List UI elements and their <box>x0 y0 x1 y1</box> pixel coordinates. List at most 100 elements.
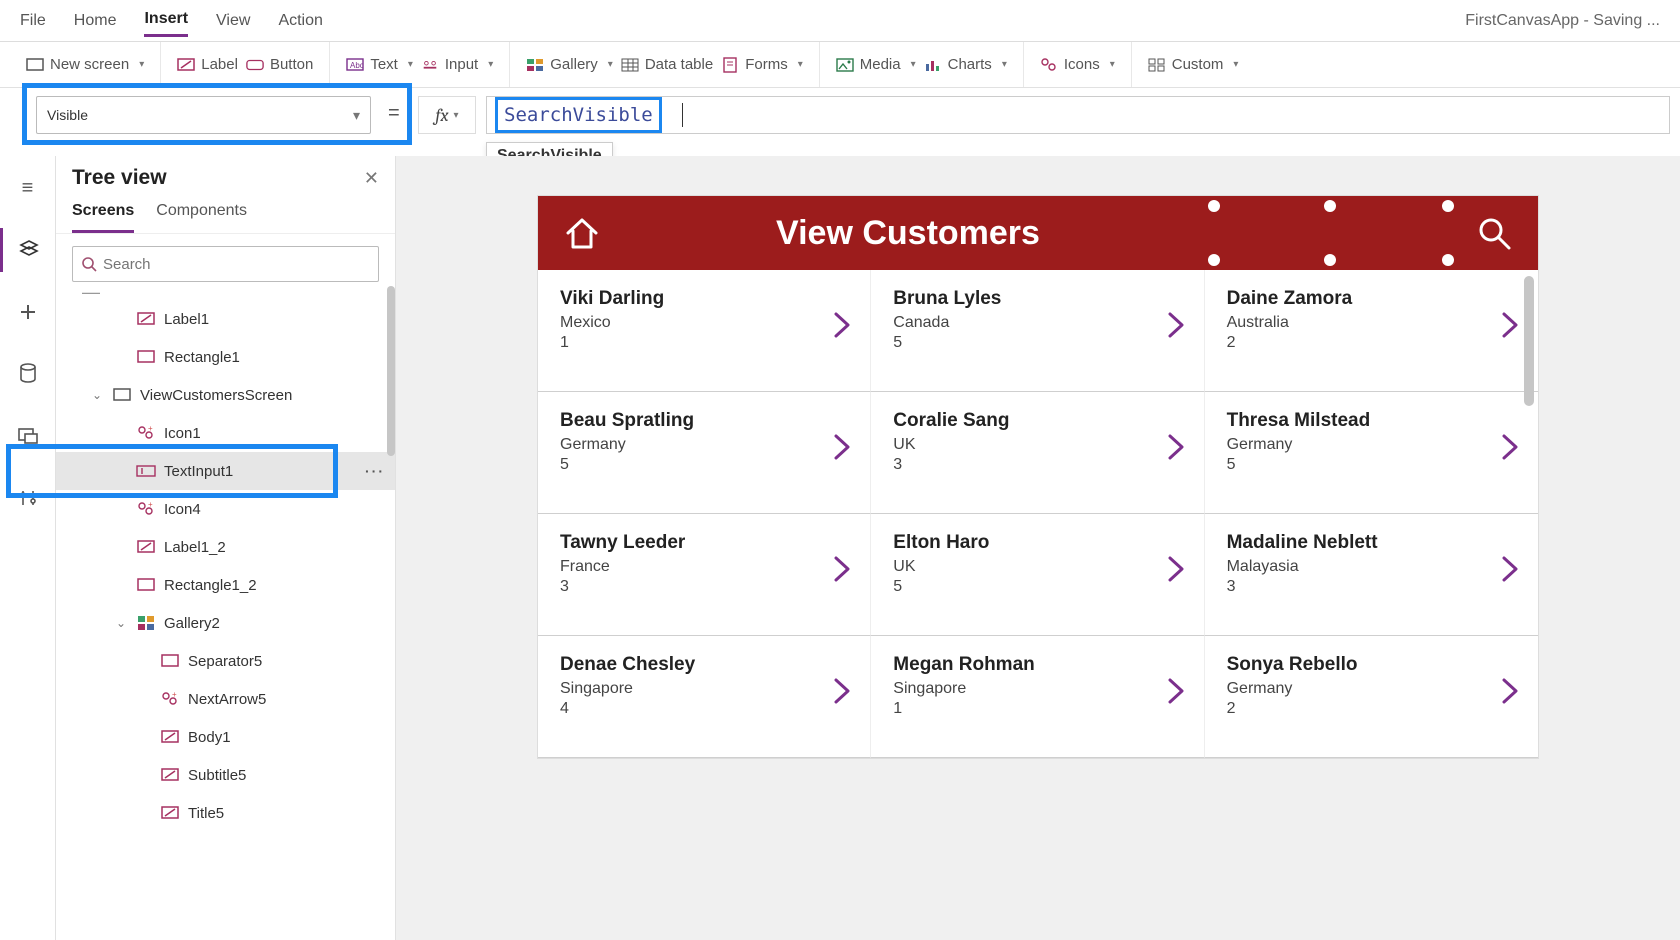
menu-action[interactable]: Action <box>278 6 322 36</box>
customer-card[interactable]: Coralie SangUK3 <box>871 392 1204 514</box>
customer-country: UK <box>893 558 1183 576</box>
insert-forms-button[interactable]: Forms <box>721 56 803 74</box>
insert-icons-button[interactable]: Icons <box>1040 56 1115 74</box>
new-screen-button[interactable]: New screen <box>26 56 144 74</box>
insert-label-text: Label <box>201 56 238 73</box>
chevron-right-icon[interactable] <box>1500 432 1522 462</box>
tree-item-body1[interactable]: Body1 <box>56 718 395 756</box>
tree-item-label: Subtitle5 <box>188 767 246 784</box>
customer-country: Malayasia <box>1227 558 1518 576</box>
tree-item-label: Gallery2 <box>164 615 220 632</box>
customer-card[interactable]: Sonya RebelloGermany2 <box>1205 636 1538 758</box>
media-rail-button[interactable] <box>0 414 56 458</box>
search-icon <box>81 256 97 272</box>
insert-custom-button[interactable]: Custom <box>1148 56 1239 74</box>
tree-item-icon4[interactable]: +Icon4 <box>56 490 395 528</box>
tree-item-viewcustomersscreen[interactable]: ⌄ViewCustomersScreen <box>56 376 395 414</box>
treeview-rail-button[interactable] <box>0 228 56 272</box>
tree-item-icon1[interactable]: +Icon1 <box>56 414 395 452</box>
expander-icon[interactable]: ⌄ <box>90 388 104 402</box>
tree-item-subtitle5[interactable]: Subtitle5 <box>56 756 395 794</box>
menu-home[interactable]: Home <box>74 6 117 36</box>
tree-item-nextarrow5[interactable]: +NextArrow5 <box>56 680 395 718</box>
new-screen-label: New screen <box>50 56 129 73</box>
input-icon <box>421 56 439 74</box>
chevron-right-icon[interactable] <box>1166 554 1188 584</box>
insert-label-button[interactable]: Label <box>177 56 238 74</box>
home-icon[interactable] <box>562 213 602 253</box>
menu-view[interactable]: View <box>216 6 250 36</box>
customer-number: 5 <box>893 334 1183 352</box>
insert-charts-button[interactable]: Charts <box>924 56 1007 74</box>
formula-bar: Visible ▾ = fx SearchVisible SearchVisib… <box>0 88 1680 156</box>
customer-card[interactable]: Elton HaroUK5 <box>871 514 1204 636</box>
chevron-right-icon[interactable] <box>832 554 854 584</box>
hamburger-button[interactable]: ≡ <box>0 166 56 210</box>
insert-gallery-button[interactable]: Gallery <box>526 56 613 74</box>
datatable-icon <box>621 56 639 74</box>
customer-country: Mexico <box>560 314 850 332</box>
tree-item-rectangle1[interactable]: Rectangle1 <box>56 338 395 376</box>
fx-button[interactable]: fx <box>418 96 476 134</box>
tree-item-gallery2[interactable]: ⌄ Gallery2 <box>56 604 395 642</box>
menu-file[interactable]: File <box>20 6 46 36</box>
tab-components[interactable]: Components <box>156 194 247 233</box>
customers-gallery[interactable]: Viki DarlingMexico1Bruna LylesCanada5Dai… <box>538 270 1538 758</box>
tree-item-textinput1[interactable]: TextInput1··· <box>56 452 395 490</box>
tree-item-rectangle1_2[interactable]: Rectangle1_2 <box>56 566 395 604</box>
customer-card[interactable]: Tawny LeederFrance3 <box>538 514 871 636</box>
close-panel-button[interactable]: ✕ <box>364 168 379 189</box>
chevron-right-icon[interactable] <box>1500 310 1522 340</box>
customer-card[interactable]: Daine ZamoraAustralia2 <box>1205 270 1538 392</box>
tree-item-label1[interactable]: Label1 <box>56 300 395 338</box>
tree-item-separator5[interactable]: Separator5 <box>56 642 395 680</box>
chevron-right-icon[interactable] <box>832 310 854 340</box>
tree-search-input[interactable] <box>103 256 370 273</box>
gallery-scrollbar-thumb[interactable] <box>1524 276 1534 406</box>
chevron-right-icon[interactable] <box>1166 310 1188 340</box>
insert-text-button[interactable]: Abc Text <box>346 56 413 74</box>
customer-card[interactable]: Denae ChesleySingapore4 <box>538 636 871 758</box>
customer-card[interactable]: Megan RohmanSingapore1 <box>871 636 1204 758</box>
chevron-right-icon[interactable] <box>832 432 854 462</box>
customer-country: Germany <box>1227 436 1518 454</box>
tree-item-label1_2[interactable]: Label1_2 <box>56 528 395 566</box>
icons-icon <box>1040 56 1058 74</box>
customer-card[interactable]: Beau SpratlingGermany5 <box>538 392 871 514</box>
selected-search-icon-control[interactable] <box>1214 206 1514 260</box>
formula-input[interactable]: SearchVisible <box>486 96 1670 134</box>
tab-screens[interactable]: Screens <box>72 194 134 233</box>
insert-input-button[interactable]: Input <box>421 56 493 74</box>
customer-country: Germany <box>560 436 850 454</box>
rect-icon <box>136 575 156 595</box>
chevron-right-icon[interactable] <box>1166 432 1188 462</box>
tree-item-label: Icon1 <box>164 425 201 442</box>
selection-handles <box>1214 206 1514 260</box>
advanced-rail-button[interactable] <box>0 476 56 520</box>
chevron-right-icon[interactable] <box>832 676 854 706</box>
chevron-right-icon[interactable] <box>1500 554 1522 584</box>
tree-scrollbar-thumb[interactable] <box>387 286 395 456</box>
insert-datatable-button[interactable]: Data table <box>621 56 713 74</box>
more-button[interactable]: ··· <box>365 463 385 479</box>
tree-item-title5[interactable]: Title5 <box>56 794 395 832</box>
insert-button-button[interactable]: Button <box>246 56 313 74</box>
chevron-right-icon[interactable] <box>1166 676 1188 706</box>
rect-icon <box>136 347 156 367</box>
label-icon <box>136 537 156 557</box>
data-rail-button[interactable] <box>0 352 56 396</box>
customer-name: Viki Darling <box>560 288 850 310</box>
add-rail-button[interactable] <box>0 290 56 334</box>
customer-card[interactable]: Madaline NeblettMalayasia3 <box>1205 514 1538 636</box>
design-canvas[interactable]: View Customers Viki DarlingMexico1Bruna … <box>396 156 1680 940</box>
customer-card[interactable]: Thresa MilsteadGermany5 <box>1205 392 1538 514</box>
collapse-handle[interactable]: — <box>56 288 395 296</box>
menu-insert[interactable]: Insert <box>144 4 188 37</box>
customer-card[interactable]: Bruna LylesCanada5 <box>871 270 1204 392</box>
property-dropdown[interactable]: Visible ▾ <box>36 96 371 134</box>
expander-icon[interactable]: ⌄ <box>114 616 128 630</box>
insert-media-button[interactable]: Media <box>836 56 916 74</box>
customer-card[interactable]: Viki DarlingMexico1 <box>538 270 871 392</box>
chevron-right-icon[interactable] <box>1500 676 1522 706</box>
tree-search-box[interactable] <box>72 246 379 282</box>
